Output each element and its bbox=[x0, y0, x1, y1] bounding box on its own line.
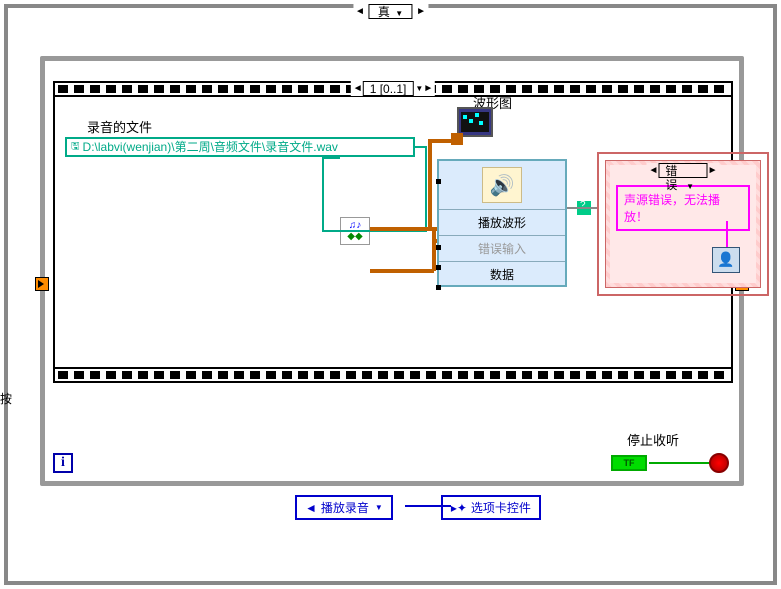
error-case-selector[interactable]: ◄ 错误 ▼ ► bbox=[647, 163, 720, 178]
dropdown-arrow-icon: ▼ bbox=[686, 182, 694, 191]
dropdown-arrow-icon: ▼ bbox=[395, 9, 403, 18]
case-value[interactable]: 真 ▼ bbox=[369, 4, 412, 19]
sequence-selector[interactable]: ◄ 1 [0..1] ▼ ► bbox=[351, 81, 435, 96]
loop-iteration-terminal[interactable]: i bbox=[53, 453, 73, 473]
vi-data: 数据 bbox=[439, 261, 565, 287]
wire bbox=[428, 140, 432, 230]
dropdown-arrow-icon: ▼ bbox=[375, 503, 383, 512]
loop-tunnel-left[interactable] bbox=[35, 277, 49, 291]
wire bbox=[649, 462, 709, 464]
wire bbox=[425, 146, 427, 232]
film-strip-bottom bbox=[55, 367, 731, 381]
stacked-sequence: ◄ 1 [0..1] ▼ ► 录音的文件 波形图 🖫 D:\labvi(wenj… bbox=[53, 81, 733, 383]
seq-next-arrow[interactable]: ► bbox=[423, 83, 433, 94]
file-path-text: D:\labvi(wenjian)\第二周\音频文件\录音文件.wav bbox=[83, 139, 338, 155]
error-case-body: ◄ 错误 ▼ ► 声源错误，无法播放！ 👤 bbox=[610, 165, 756, 283]
wire bbox=[370, 269, 434, 273]
file-path-constant[interactable]: 🖫 D:\labvi(wenjian)\第二周\音频文件\录音文件.wav bbox=[65, 137, 415, 157]
error-case-structure: ◄ 错误 ▼ ► 声源错误，无法播放！ 👤 bbox=[597, 152, 769, 296]
while-loop: ◄ 1 [0..1] ▼ ► 录音的文件 波形图 🖫 D:\labvi(wenj… bbox=[40, 56, 744, 486]
wire bbox=[322, 157, 324, 232]
loop-stop-condition[interactable] bbox=[709, 453, 729, 473]
case-next-arrow[interactable]: ► bbox=[416, 6, 426, 17]
error-case-border: ◄ 错误 ▼ ► 声源错误，无法播放！ 👤 bbox=[605, 160, 761, 288]
wave-tunnel[interactable] bbox=[451, 133, 463, 145]
case-prev-arrow[interactable]: ◄ bbox=[355, 6, 365, 17]
tab-control-terminal[interactable]: ▸✦ 选项卡控件 bbox=[441, 495, 541, 520]
wire bbox=[428, 139, 452, 143]
bottom-controls: ◄ 播放录音 ▼ ▸✦ 选项卡控件 bbox=[295, 495, 541, 520]
play-recording-control[interactable]: ◄ 播放录音 ▼ bbox=[295, 495, 393, 520]
play-waveform-vi[interactable]: 🔊 播放波形 错误输入 数据 bbox=[437, 159, 567, 287]
error-case-value[interactable]: 错误 ▼ bbox=[658, 163, 707, 178]
seq-prev-arrow[interactable]: ◄ bbox=[353, 83, 363, 94]
path-icon: 🖫 bbox=[71, 139, 80, 155]
sequence-body: 录音的文件 波形图 🖫 D:\labvi(wenjian)\第二周\音频文件\录… bbox=[57, 99, 729, 365]
vi-error-in: 错误输入 bbox=[439, 235, 565, 261]
waveform-icon bbox=[461, 112, 489, 132]
dropdown-arrow-icon: ▼ bbox=[415, 84, 423, 93]
case-prev-arrow[interactable]: ◄ bbox=[649, 165, 659, 176]
file-path-label: 录音的文件 bbox=[87, 117, 152, 136]
wire bbox=[405, 505, 451, 507]
vi-title: 播放波形 bbox=[439, 209, 565, 235]
partial-label: 按 bbox=[0, 390, 12, 407]
wire bbox=[567, 207, 599, 209]
seq-label[interactable]: 1 [0..1] bbox=[363, 81, 414, 96]
dialog-vi-icon[interactable]: 👤 bbox=[712, 247, 740, 273]
boolean-terminal[interactable]: TF bbox=[611, 455, 647, 471]
tab-arrow-icon: ▸✦ bbox=[451, 501, 467, 515]
speaker-icon: 🔊 bbox=[482, 167, 522, 203]
case-selector-header[interactable]: ◄ 真 ▼ ► bbox=[353, 4, 428, 19]
case-next-arrow[interactable]: ► bbox=[708, 165, 718, 176]
left-right-arrow-icon: ◄ bbox=[305, 501, 317, 515]
stop-label: 停止收听 bbox=[627, 430, 679, 449]
wire bbox=[322, 157, 340, 159]
